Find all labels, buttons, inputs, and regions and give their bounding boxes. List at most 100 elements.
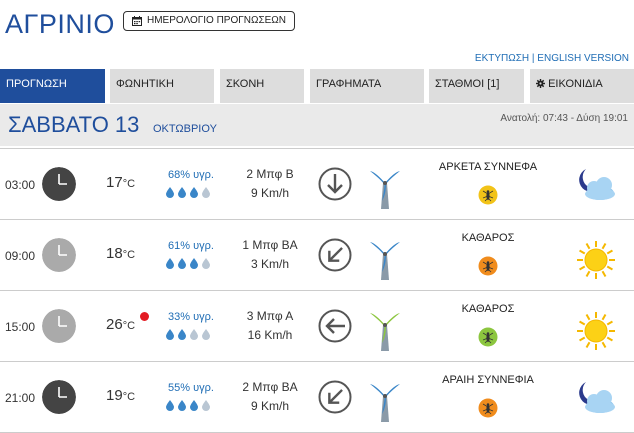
humidity-drop-icon: [202, 258, 210, 269]
temperature-unit: °C: [122, 391, 136, 403]
humidity: 61% υγρ.: [168, 240, 214, 252]
tab-label: ΦΩΝΗΤΙΚΗ: [116, 78, 174, 90]
humidity: 33% υγρ.: [168, 311, 214, 323]
humidity-drop-icon: [178, 187, 186, 198]
tab-phonetic[interactable]: ΦΩΝΗΤΙΚΗ: [110, 69, 214, 103]
calendar-button-label: ΗΜΕΡΟΛΟΓΙΟ ΠΡΟΓΝΩΣΕΩΝ: [147, 15, 287, 26]
wind-speed: 16 Km/h: [247, 328, 293, 342]
tab-label: ΠΡΟΓΝΩΣΗ: [6, 78, 67, 90]
forecast-row: 21:00 19°C 55% υγρ. 2 Μπφ ΒΑ 9 Km/h ΑΡΑΙ…: [0, 361, 634, 433]
wind-arrow-southwest-icon: [318, 380, 352, 414]
wind-beaufort: 3 Μπφ Α: [246, 309, 294, 323]
wind-turbine-icon: [370, 171, 400, 209]
day-name: ΣΑΒΒΑΤΟ 13: [8, 112, 140, 137]
night-clock-icon: [42, 167, 76, 201]
humidity-drops: [166, 329, 210, 340]
forecast-row: 15:00 26°C 33% υγρ. 3 Μπφ Α 16 Km/h ΚΑΘΑ…: [0, 290, 634, 362]
wind-beaufort: 2 Μπφ ΒΑ: [242, 380, 298, 394]
forecast-time: 21:00: [5, 391, 36, 405]
humidity-drop-icon: [202, 187, 210, 198]
temperature: 18°C: [106, 245, 135, 262]
tab-label: ΣΤΑΘΜΟΙ [1]: [435, 78, 500, 90]
temperature-value: 26: [106, 316, 123, 333]
moon-cloud-icon: [572, 377, 615, 413]
humidity-drop-icon: [190, 258, 198, 269]
humidity-drop-icon: [190, 400, 198, 411]
mosquito-index-icon: [478, 398, 498, 418]
english-version-link[interactable]: ENGLISH VERSION: [537, 53, 629, 64]
humidity: 68% υγρ.: [168, 169, 214, 181]
weather-condition: ΑΡΚΕΤΑ ΣΥΝΝΕΦΑ: [438, 161, 538, 173]
wind-speed: 9 Km/h: [250, 186, 289, 200]
temperature-unit: °C: [122, 320, 136, 332]
gear-icon: [536, 79, 545, 88]
humidity-drop-icon: [202, 400, 210, 411]
link-separator: |: [531, 53, 535, 64]
tab-charts[interactable]: ΓΡΑΦΗΜΑΤΑ: [310, 69, 424, 103]
forecast-calendar-button[interactable]: ΗΜΕΡΟΛΟΓΙΟ ΠΡΟΓΝΩΣΕΩΝ: [123, 11, 296, 31]
temperature-unit: °C: [122, 178, 136, 190]
humidity-drops: [166, 400, 210, 411]
humidity-drop-icon: [166, 187, 174, 198]
humidity: 55% υγρ.: [168, 382, 214, 394]
humidity-drop-icon: [202, 329, 210, 340]
wind-arrow-down-icon: [318, 167, 352, 201]
temperature-value: 17: [106, 174, 123, 191]
temperature: 17°C: [106, 174, 135, 191]
humidity-drops: [166, 187, 210, 198]
temperature: 19°C: [106, 387, 135, 404]
print-link[interactable]: ΕΚΤΥΠΩΣΗ: [475, 53, 529, 64]
temperature-unit: °C: [122, 249, 136, 261]
wind-arrow-left-icon: [318, 309, 352, 343]
day-month: ΟΚΤΩΒΡΙΟΥ: [153, 123, 217, 135]
forecast-time: 03:00: [5, 178, 36, 192]
sun-icon: [577, 241, 615, 279]
day-clock-icon: [42, 238, 76, 272]
sun-icon: [577, 312, 615, 350]
tab-bar: ΠΡΟΓΝΩΣΗ ΦΩΝΗΤΙΚΗ ΣΚΟΝΗ ΓΡΑΦΗΜΑΤΑ ΣΤΑΘΜΟ…: [0, 69, 634, 103]
weather-condition: ΑΡΑΙΗ ΣΥΝΝΕΦΙΑ: [442, 374, 534, 386]
tab-label: ΣΚΟΝΗ: [226, 78, 265, 90]
night-clock-icon: [42, 380, 76, 414]
humidity-drop-icon: [178, 400, 186, 411]
mosquito-index-icon: [478, 185, 498, 205]
tab-forecast[interactable]: ΠΡΟΓΝΩΣΗ: [0, 69, 105, 103]
forecast-row: 09:00 18°C 61% υγρ. 1 Μπφ ΒΑ 3 Km/h ΚΑΘΑ…: [0, 219, 634, 291]
weather-condition: ΚΑΘΑΡΟΣ: [461, 303, 515, 315]
forecast-time: 15:00: [5, 320, 36, 334]
humidity-drop-icon: [190, 329, 198, 340]
temperature-value: 19: [106, 387, 123, 404]
tab-dust[interactable]: ΣΚΟΝΗ: [220, 69, 304, 103]
mosquito-index-icon: [478, 327, 498, 347]
tab-label: ΕΙΚΟΝΙΔΙΑ: [548, 78, 603, 90]
temperature: 26°C: [106, 316, 135, 333]
humidity-drop-icon: [178, 258, 186, 269]
humidity-drop-icon: [166, 400, 174, 411]
mosquito-index-icon: [478, 256, 498, 276]
sunrise-sunset: Ανατολή: 07:43 - Δύση 19:01: [500, 113, 628, 124]
max-temp-marker: [140, 312, 149, 321]
wind-beaufort: 2 Μπφ Β: [246, 167, 294, 181]
wind-turbine-icon: [370, 384, 400, 422]
wind-beaufort: 1 Μπφ ΒΑ: [242, 238, 298, 252]
humidity-drop-icon: [190, 187, 198, 198]
temperature-value: 18: [106, 245, 123, 262]
top-links: ΕΚΤΥΠΩΣΗ | ENGLISH VERSION: [475, 53, 629, 64]
wind-speed: 3 Km/h: [250, 257, 289, 271]
wind-speed: 9 Km/h: [250, 399, 289, 413]
city-title: ΑΓΡΙΝΙΟ: [5, 9, 115, 39]
humidity-drop-icon: [166, 329, 174, 340]
humidity-drops: [166, 258, 210, 269]
moon-cloud-icon: [572, 164, 615, 200]
tab-stations[interactable]: ΣΤΑΘΜΟΙ [1]: [429, 69, 524, 103]
forecast-time: 09:00: [5, 249, 36, 263]
day-clock-icon: [42, 309, 76, 343]
humidity-drop-icon: [166, 258, 174, 269]
wind-turbine-icon: [370, 313, 400, 351]
weather-condition: ΚΑΘΑΡΟΣ: [461, 232, 515, 244]
wind-turbine-icon: [370, 242, 400, 280]
wind-arrow-southwest-icon: [318, 238, 352, 272]
tab-icons[interactable]: ΕΙΚΟΝΙΔΙΑ: [530, 69, 634, 103]
tab-label: ΓΡΑΦΗΜΑΤΑ: [316, 78, 382, 90]
humidity-drop-icon: [178, 329, 186, 340]
